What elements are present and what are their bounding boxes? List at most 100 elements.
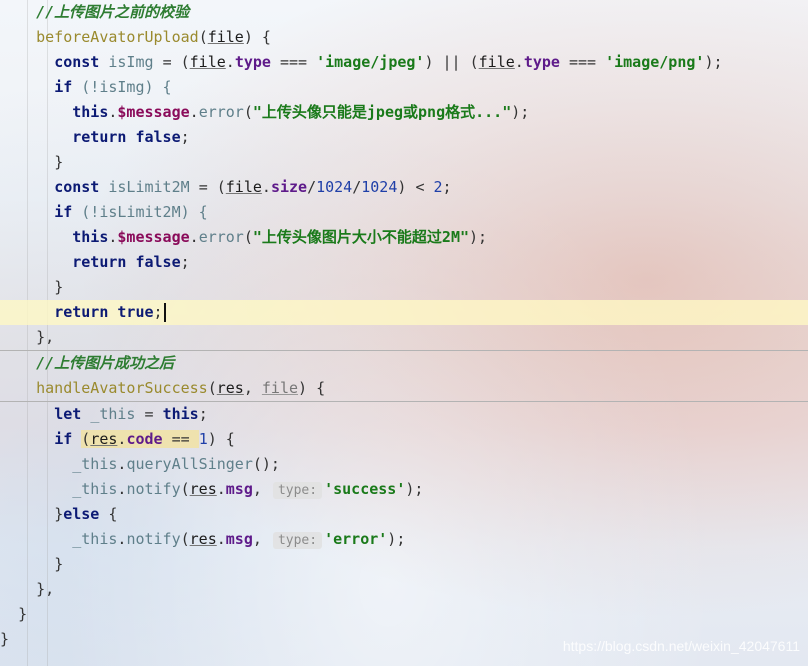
keyword: this xyxy=(72,103,109,121)
method-call: notify xyxy=(126,480,181,498)
keyword: if xyxy=(54,430,73,448)
code-line[interactable]: beforeAvatorUpload(file) { xyxy=(0,25,808,50)
property-name: type xyxy=(523,53,560,71)
param-reference: res xyxy=(189,480,217,498)
code-line[interactable]: _this.notify(res.msg, type:'success'); xyxy=(0,477,808,502)
variable-reference: _this xyxy=(72,455,118,473)
param-reference: file xyxy=(225,178,262,196)
code-line[interactable]: _this.queryAllSinger(); xyxy=(0,452,808,477)
variable-name: isImg xyxy=(108,53,154,71)
code-area[interactable]: //上传图片之前的校验 beforeAvatorUpload(file) { c… xyxy=(0,0,808,652)
code-line[interactable]: return false; xyxy=(0,250,808,275)
method-call: queryAllSinger xyxy=(126,455,253,473)
method-name: beforeAvatorUpload xyxy=(36,28,199,46)
keyword: true xyxy=(117,303,154,321)
property-name: msg xyxy=(225,480,253,498)
param-reference: res xyxy=(90,430,118,448)
code-line[interactable]: } xyxy=(0,275,808,300)
code-line[interactable]: let _this = this; xyxy=(0,401,808,427)
code-comment: //上传图片成功之后 xyxy=(36,354,175,372)
code-line[interactable]: handleAvatorSuccess(res, file) { xyxy=(0,376,808,401)
keyword: if xyxy=(54,203,73,221)
keyword: if xyxy=(54,78,73,96)
param-reference: res xyxy=(189,530,217,548)
brace: } xyxy=(0,630,10,648)
variable-name: isLimit2M xyxy=(108,178,190,196)
code-line[interactable]: _this.notify(res.msg, type:'error'); xyxy=(0,527,808,552)
method-call: error xyxy=(198,103,244,121)
code-line[interactable]: this.$message.error("上传头像只能是jpeg或png格式..… xyxy=(0,100,808,125)
number-literal: 1024 xyxy=(316,178,353,196)
code-line[interactable]: }, xyxy=(0,577,808,602)
operator: < xyxy=(415,178,425,196)
code-line[interactable]: if (res.code == 1) { xyxy=(0,427,808,452)
code-line-current[interactable]: return true; xyxy=(0,300,808,325)
method-name: handleAvatorSuccess xyxy=(36,379,208,397)
condition: (!isLimit2M) { xyxy=(81,203,208,221)
code-line[interactable]: }, xyxy=(0,325,808,350)
code-line[interactable]: return false; xyxy=(0,125,808,150)
property-name: msg xyxy=(225,530,253,548)
param-name: file xyxy=(207,28,244,46)
string-literal: 'success' xyxy=(324,480,406,498)
keyword: this xyxy=(72,228,109,246)
keyword: return xyxy=(54,303,109,321)
operator: || xyxy=(442,53,461,71)
code-line[interactable]: if (!isImg) { xyxy=(0,75,808,100)
property-name: type xyxy=(234,53,271,71)
property-name: $message xyxy=(117,103,190,121)
keyword: const xyxy=(54,178,100,196)
string-literal: 'error' xyxy=(324,530,388,548)
number-literal: 1024 xyxy=(361,178,398,196)
keyword: const xyxy=(54,53,100,71)
keyword: false xyxy=(135,253,181,271)
brace: }, xyxy=(36,328,55,346)
operator: == xyxy=(171,430,190,448)
keyword: return xyxy=(72,253,127,271)
code-comment: //上传图片之前的校验 xyxy=(36,3,190,21)
code-line[interactable]: //上传图片成功之后 xyxy=(0,350,808,376)
code-line[interactable]: const isLimit2M = (file.size/1024/1024) … xyxy=(0,175,808,200)
number-literal: 2 xyxy=(433,178,443,196)
highlighted-expression: (res.code == xyxy=(81,430,199,448)
keyword: return xyxy=(72,128,127,146)
method-call: error xyxy=(198,228,244,246)
number-literal: 1 xyxy=(198,430,208,448)
brace: }, xyxy=(36,580,55,598)
code-line[interactable]: } xyxy=(0,602,808,627)
param-reference: file xyxy=(478,53,515,71)
parameter-hint: type: xyxy=(272,532,323,549)
parameter-hint: type: xyxy=(272,482,323,499)
brace: } xyxy=(18,605,28,623)
code-line[interactable]: this.$message.error("上传头像图片大小不能超过2M"); xyxy=(0,225,808,250)
method-call: notify xyxy=(126,530,181,548)
watermark: https://blog.csdn.net/weixin_42047611 xyxy=(562,638,800,654)
keyword: false xyxy=(135,128,181,146)
text-caret xyxy=(163,303,166,322)
string-literal: "上传头像只能是jpeg或png格式..." xyxy=(252,103,512,121)
code-line[interactable]: } xyxy=(0,150,808,175)
string-literal: 'image/jpeg' xyxy=(316,53,425,71)
variable-name: _this xyxy=(90,405,136,423)
string-literal: 'image/png' xyxy=(605,53,705,71)
code-editor[interactable]: //上传图片之前的校验 beforeAvatorUpload(file) { c… xyxy=(0,0,808,666)
code-line[interactable]: const isImg = (file.type === 'image/jpeg… xyxy=(0,50,808,75)
param-name: res xyxy=(216,379,244,397)
code-line[interactable]: }else { xyxy=(0,502,808,527)
operator: === xyxy=(568,53,597,71)
param-reference: file xyxy=(189,53,226,71)
code-line[interactable]: } xyxy=(0,552,808,577)
param-name-unused: file xyxy=(261,379,299,397)
string-literal: "上传头像图片大小不能超过2M" xyxy=(252,228,469,246)
brace: } xyxy=(54,153,64,171)
condition: (!isImg) { xyxy=(81,78,172,96)
brace: } xyxy=(54,555,64,573)
variable-reference: _this xyxy=(72,480,118,498)
keyword: this xyxy=(162,405,199,423)
property-name: code xyxy=(126,430,163,448)
keyword: else xyxy=(63,505,100,523)
property-name: $message xyxy=(117,228,190,246)
code-line[interactable]: //上传图片之前的校验 xyxy=(0,0,808,25)
code-line[interactable]: if (!isLimit2M) { xyxy=(0,200,808,225)
brace: } xyxy=(54,278,64,296)
